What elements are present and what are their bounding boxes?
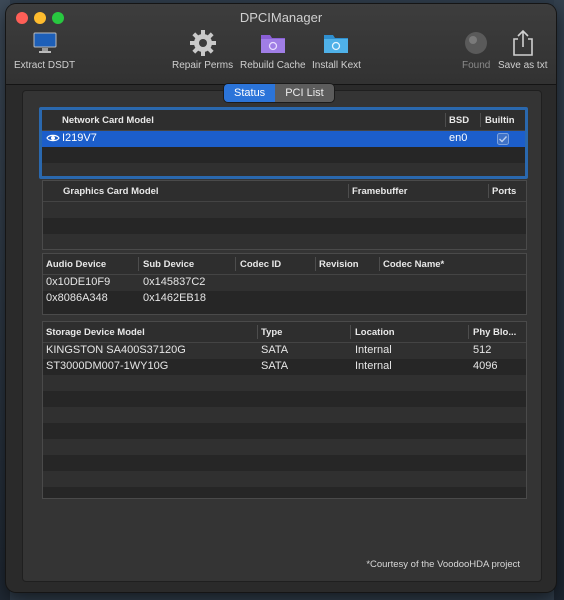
save-as-txt-button[interactable]: Save as txt bbox=[498, 28, 547, 71]
title-toolbar: DPCIManager Extract DSDT Repair Perms Re… bbox=[6, 4, 556, 85]
col-location[interactable]: Location bbox=[355, 327, 395, 338]
col-framebuffer[interactable]: Framebuffer bbox=[352, 186, 407, 197]
storage-location-cell: Internal bbox=[355, 344, 392, 356]
footer-credit: *Courtesy of the VoodooHDA project bbox=[366, 559, 520, 570]
extract-dsdt-label: Extract DSDT bbox=[14, 60, 76, 71]
col-sub-device[interactable]: Sub Device bbox=[143, 259, 194, 270]
tab-status[interactable]: Status bbox=[224, 84, 276, 102]
storage-location-cell: Internal bbox=[355, 360, 392, 372]
audio-table[interactable]: Audio Device Sub Device Codec ID Revisio… bbox=[42, 253, 527, 315]
col-type[interactable]: Type bbox=[261, 327, 282, 338]
col-audio-device[interactable]: Audio Device bbox=[46, 259, 106, 270]
rebuild-cache-label: Rebuild Cache bbox=[240, 60, 306, 71]
blue-folder-icon bbox=[312, 28, 361, 58]
storage-table[interactable]: Storage Device Model Type Location Phy B… bbox=[42, 321, 527, 499]
install-kext-label: Install Kext bbox=[312, 60, 361, 71]
tab-bar: Status PCI List bbox=[224, 84, 334, 102]
found-button[interactable]: Found bbox=[462, 28, 490, 71]
storage-model-cell: ST3000DM007-1WY10G bbox=[46, 360, 169, 372]
col-ports[interactable]: Ports bbox=[492, 186, 516, 197]
tab-pci-list[interactable]: PCI List bbox=[275, 84, 334, 102]
audio-device-cell: 0x8086A348 bbox=[46, 292, 108, 304]
network-model-cell: I219V7 bbox=[62, 132, 97, 144]
col-storage-device-model[interactable]: Storage Device Model bbox=[46, 327, 145, 338]
eye-icon[interactable] bbox=[46, 133, 60, 146]
table-row[interactable]: 0x8086A348 0x1462EB18 bbox=[43, 291, 526, 307]
table-row[interactable]: I219V7 en0 bbox=[42, 131, 525, 147]
repair-perms-button[interactable]: Repair Perms bbox=[172, 28, 233, 71]
col-codec-id[interactable]: Codec ID bbox=[240, 259, 281, 270]
rebuild-cache-button[interactable]: Rebuild Cache bbox=[240, 28, 306, 71]
found-label: Found bbox=[462, 60, 491, 71]
audio-sub-device-cell: 0x145837C2 bbox=[143, 276, 206, 288]
col-bsd[interactable]: BSD bbox=[449, 115, 469, 126]
install-kext-button[interactable]: Install Kext bbox=[312, 28, 361, 71]
storage-table-header: Storage Device Model Type Location Phy B… bbox=[43, 322, 526, 343]
share-icon bbox=[498, 28, 547, 58]
storage-phy-block-cell: 512 bbox=[473, 344, 492, 356]
app-window: DPCIManager Extract DSDT Repair Perms Re… bbox=[6, 4, 556, 592]
table-row[interactable]: 0x10DE10F9 0x145837C2 bbox=[43, 275, 526, 291]
found-icon bbox=[462, 28, 490, 58]
storage-phy-block-cell: 4096 bbox=[473, 360, 498, 372]
storage-model-cell: KINGSTON SA400S37120G bbox=[46, 344, 186, 356]
audio-device-cell: 0x10DE10F9 bbox=[46, 276, 111, 288]
audio-sub-device-cell: 0x1462EB18 bbox=[143, 292, 206, 304]
monitor-icon bbox=[14, 28, 75, 58]
col-codec-name[interactable]: Codec Name* bbox=[383, 259, 444, 270]
network-table[interactable]: Network Card Model BSD Builtin I219V7 en… bbox=[39, 107, 528, 179]
col-network-card-model[interactable]: Network Card Model bbox=[62, 115, 154, 126]
storage-type-cell: SATA bbox=[261, 344, 289, 356]
repair-perms-label: Repair Perms bbox=[172, 60, 234, 71]
graphics-table-header: Graphics Card Model Framebuffer Ports bbox=[43, 181, 526, 202]
gear-icon bbox=[172, 28, 233, 58]
col-revision[interactable]: Revision bbox=[319, 259, 359, 270]
col-graphics-card-model[interactable]: Graphics Card Model bbox=[63, 186, 159, 197]
save-as-txt-label: Save as txt bbox=[498, 60, 548, 71]
window-title: DPCIManager bbox=[239, 10, 323, 25]
table-row[interactable]: ST3000DM007-1WY10G SATA Internal 4096 bbox=[43, 359, 526, 375]
network-bsd-cell: en0 bbox=[449, 132, 468, 144]
col-phy-block[interactable]: Phy Blo... bbox=[473, 327, 516, 338]
checkbox-icon[interactable] bbox=[497, 133, 509, 148]
table-row[interactable]: KINGSTON SA400S37120G SATA Internal 512 bbox=[43, 343, 526, 359]
purple-folder-icon bbox=[240, 28, 306, 58]
storage-type-cell: SATA bbox=[261, 360, 289, 372]
network-table-header: Network Card Model BSD Builtin bbox=[42, 110, 525, 131]
audio-table-header: Audio Device Sub Device Codec ID Revisio… bbox=[43, 254, 526, 275]
extract-dsdt-button[interactable]: Extract DSDT bbox=[14, 28, 75, 71]
col-builtin[interactable]: Builtin bbox=[485, 115, 515, 126]
graphics-table[interactable]: Graphics Card Model Framebuffer Ports bbox=[42, 180, 527, 250]
